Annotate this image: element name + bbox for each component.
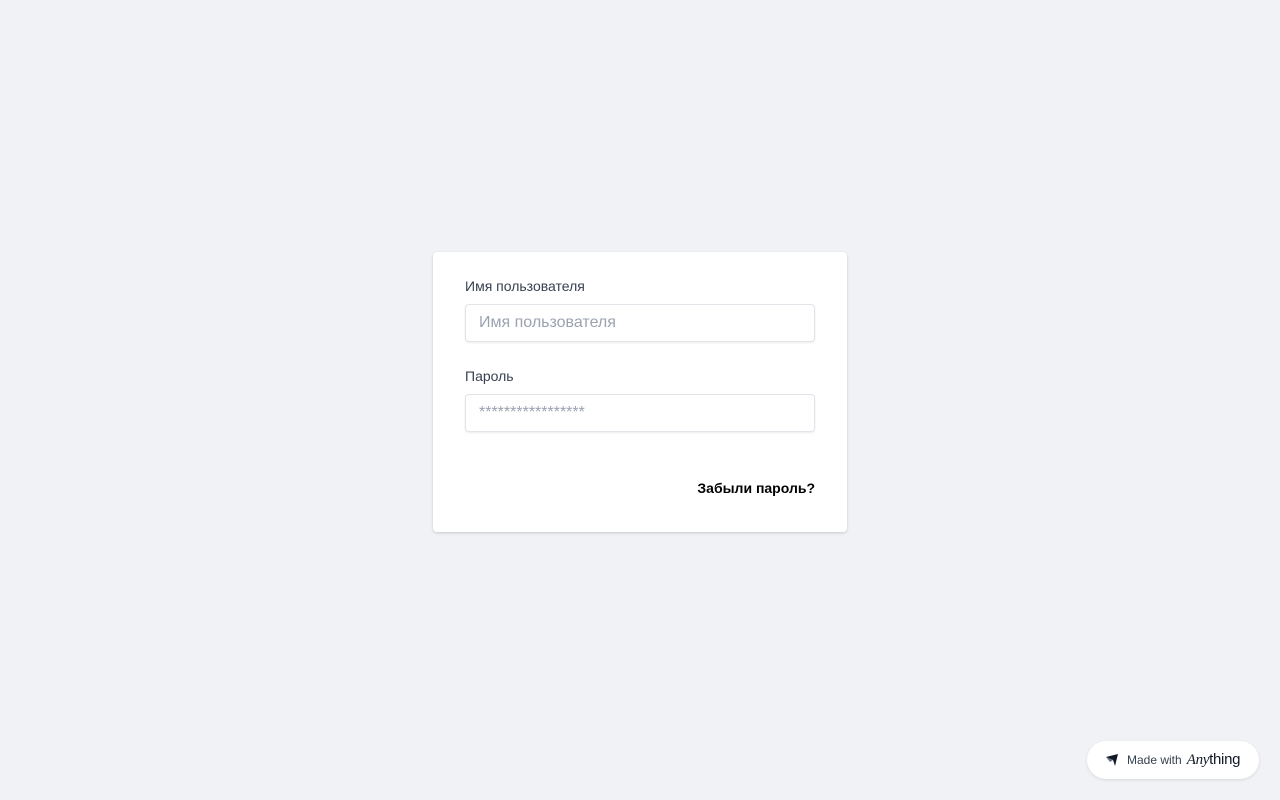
- login-card: Имя пользователя Пароль Забыли пароль?: [433, 252, 847, 532]
- anything-logo-icon: [1105, 753, 1119, 767]
- badge-brand-thing: thing: [1209, 751, 1241, 768]
- password-input[interactable]: [465, 394, 815, 432]
- badge-made-with-text: Made with: [1127, 753, 1182, 767]
- username-input[interactable]: [465, 304, 815, 342]
- username-group: Имя пользователя: [465, 276, 815, 342]
- forgot-password-link[interactable]: Забыли пароль?: [697, 478, 815, 498]
- password-group: Пароль: [465, 366, 815, 432]
- made-with-anything-badge[interactable]: Made with Anything: [1087, 741, 1259, 779]
- username-label: Имя пользователя: [465, 278, 585, 294]
- password-label: Пароль: [465, 368, 514, 384]
- badge-brand-any: Any: [1186, 752, 1210, 768]
- badge-brand-name: Anything: [1186, 751, 1241, 769]
- form-actions: Забыли пароль?: [465, 478, 815, 498]
